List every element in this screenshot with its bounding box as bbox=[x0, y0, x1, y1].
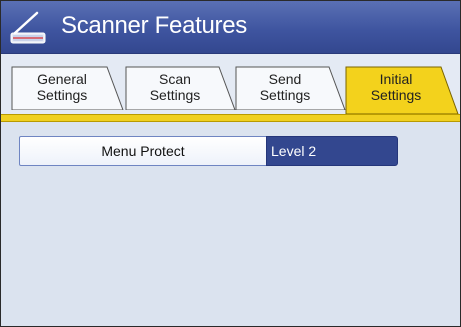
tab-label: General Settings bbox=[36, 71, 88, 103]
tab-general-settings[interactable]: General Settings bbox=[11, 66, 125, 110]
tab-initial-settings[interactable]: Initial Settings bbox=[345, 66, 459, 114]
settings-content: Menu Protect Level 2 bbox=[1, 122, 460, 326]
selected-tab-underline bbox=[1, 114, 460, 122]
scanner-icon bbox=[10, 11, 46, 44]
tab-send-settings[interactable]: Send Settings bbox=[235, 66, 347, 110]
tab-bar: General Settings Scan Settings Send Setting… bbox=[1, 54, 460, 118]
menu-protect-button[interactable]: Menu Protect bbox=[19, 136, 267, 166]
tab-label: Send Settings bbox=[259, 71, 311, 103]
setting-row-menu-protect: Menu Protect Level 2 bbox=[19, 136, 399, 166]
tab-scan-settings[interactable]: Scan Settings bbox=[125, 66, 237, 110]
header-bar: Scanner Features bbox=[1, 1, 460, 54]
menu-protect-value: Level 2 bbox=[266, 136, 398, 166]
page-title: Scanner Features bbox=[61, 12, 247, 39]
tab-label: Scan Settings bbox=[149, 71, 201, 103]
tab-label: Initial Settings bbox=[370, 71, 422, 103]
scanner-features-screen: Scanner Features General Settings Scan Set… bbox=[0, 0, 461, 327]
